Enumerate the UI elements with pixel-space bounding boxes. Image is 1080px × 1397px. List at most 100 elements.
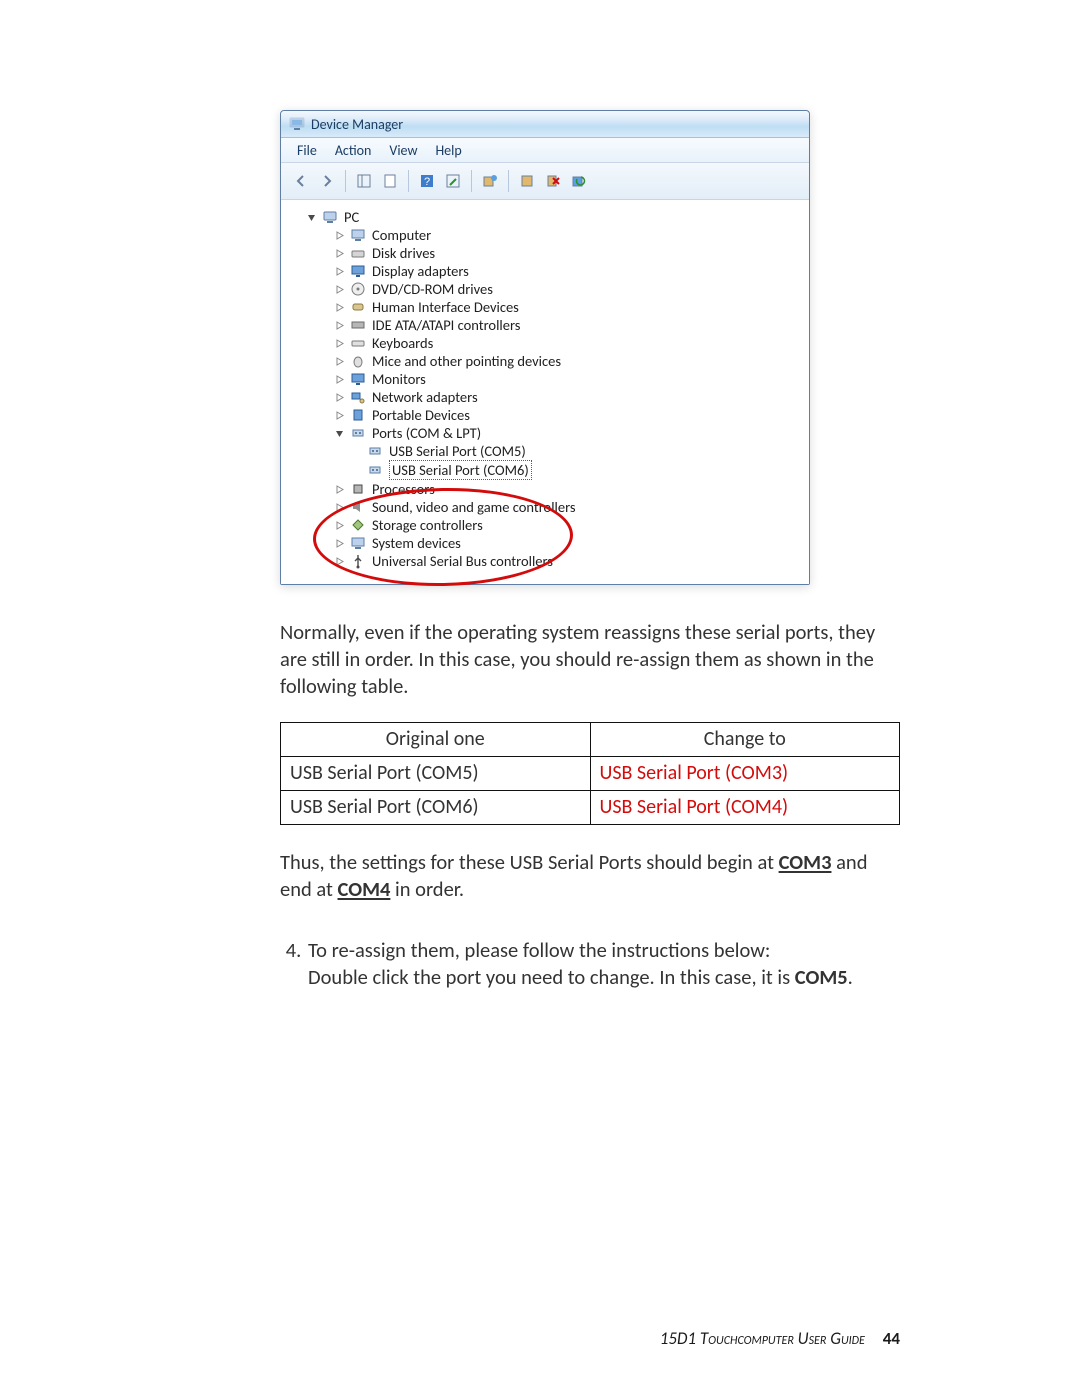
caret-right-icon — [335, 357, 344, 366]
display-icon — [350, 263, 366, 279]
tree-label: USB Serial Port (COM6) — [389, 460, 532, 480]
tree-item-keyboard[interactable]: Keyboards — [335, 334, 799, 352]
table-cell: USB Serial Port (COM4) — [590, 791, 900, 825]
tree-item-dvd[interactable]: DVD/CD-ROM drives — [335, 280, 799, 298]
caret-right-icon — [335, 303, 344, 312]
scan-button[interactable] — [441, 169, 465, 193]
tree-label: Keyboards — [372, 334, 433, 352]
caret-right-icon — [335, 249, 344, 258]
tree-item-ports[interactable]: Ports (COM & LPT) — [335, 424, 799, 442]
speaker-icon — [350, 499, 366, 515]
device-tree: PC Computer Disk drives Display adapters — [281, 200, 809, 584]
window-title: Device Manager — [311, 116, 403, 133]
page-footer: 15D1 Touchcomputer User Guide 44 — [0, 1328, 900, 1349]
properties-button[interactable] — [378, 169, 402, 193]
tree-item-mouse[interactable]: Mice and other pointing devices — [335, 352, 799, 370]
caret-right-icon — [335, 557, 344, 566]
enable-button[interactable] — [515, 169, 539, 193]
tree-item-processors[interactable]: Processors — [335, 480, 799, 498]
table-header: Original one — [281, 723, 591, 757]
caret-right-icon — [335, 339, 344, 348]
show-hide-button[interactable] — [352, 169, 376, 193]
tree-item-computer[interactable]: Computer — [335, 226, 799, 244]
tree-root[interactable]: PC — [307, 208, 799, 226]
hid-icon — [350, 299, 366, 315]
table-header: Change to — [590, 723, 900, 757]
tree-item-usb[interactable]: Universal Serial Bus controllers — [335, 552, 799, 570]
cd-icon — [350, 281, 366, 297]
caret-right-icon — [335, 285, 344, 294]
caret-right-icon — [335, 393, 344, 402]
caret-right-icon — [335, 231, 344, 240]
menu-action[interactable]: Action — [327, 142, 380, 159]
caret-right-icon — [335, 503, 344, 512]
list-item: To re-assign them, please follow the ins… — [306, 937, 900, 991]
paragraph: Normally, even if the operating system r… — [280, 619, 900, 700]
caret-right-icon — [335, 321, 344, 330]
tree-label: Disk drives — [372, 244, 435, 262]
tree-item-sound[interactable]: Sound, video and game controllers — [335, 498, 799, 516]
tree-label: System devices — [372, 534, 461, 552]
uninstall-button[interactable] — [541, 169, 565, 193]
keyboard-icon — [350, 335, 366, 351]
table-cell: USB Serial Port (COM5) — [281, 757, 591, 791]
tree-item-display[interactable]: Display adapters — [335, 262, 799, 280]
toolbar-separator — [408, 170, 409, 192]
caret-right-icon — [335, 411, 344, 420]
computer-icon — [322, 209, 338, 225]
table-cell: USB Serial Port (COM3) — [590, 757, 900, 791]
caret-down-icon — [335, 429, 344, 438]
computer-icon — [350, 227, 366, 243]
tree-item-portable[interactable]: Portable Devices — [335, 406, 799, 424]
tree-item-ide[interactable]: IDE ATA/ATAPI controllers — [335, 316, 799, 334]
port-icon — [367, 443, 383, 459]
caret-right-icon — [335, 539, 344, 548]
system-icon — [350, 535, 366, 551]
tree-label: Display adapters — [372, 262, 469, 280]
toolbar-separator — [345, 170, 346, 192]
computer-icon — [289, 117, 305, 131]
toolbar-separator — [471, 170, 472, 192]
menu-help[interactable]: Help — [427, 142, 469, 159]
tree-item-network[interactable]: Network adapters — [335, 388, 799, 406]
tree-label: Mice and other pointing devices — [372, 352, 561, 370]
menu-view[interactable]: View — [381, 142, 425, 159]
update-driver-button[interactable] — [478, 169, 502, 193]
tree-label: Storage controllers — [372, 516, 483, 534]
window-titlebar[interactable]: Device Manager — [281, 111, 809, 138]
tree-item-storage[interactable]: Storage controllers — [335, 516, 799, 534]
tree-item-com6[interactable]: USB Serial Port (COM6) — [367, 460, 799, 480]
tree-label: Portable Devices — [372, 406, 470, 424]
table-cell: USB Serial Port (COM6) — [281, 791, 591, 825]
menu-file[interactable]: File — [289, 142, 325, 159]
tree-label: Network adapters — [372, 388, 478, 406]
tree-label: Processors — [372, 480, 435, 498]
storage-icon — [350, 517, 366, 533]
instruction-list: To re-assign them, please follow the ins… — [280, 937, 900, 991]
forward-button[interactable] — [315, 169, 339, 193]
tree-item-monitor[interactable]: Monitors — [335, 370, 799, 388]
network-icon — [350, 389, 366, 405]
back-button[interactable] — [289, 169, 313, 193]
cpu-icon — [350, 481, 366, 497]
tree-label: IDE ATA/ATAPI controllers — [372, 316, 520, 334]
tree-label: PC — [344, 208, 359, 226]
help-button[interactable]: ? — [415, 169, 439, 193]
paragraph: Thus, the settings for these USB Serial … — [280, 849, 900, 903]
portable-icon — [350, 407, 366, 423]
tree-item-system[interactable]: System devices — [335, 534, 799, 552]
tree-label: Computer — [372, 226, 431, 244]
tree-label: Human Interface Devices — [372, 298, 519, 316]
tree-label: USB Serial Port (COM5) — [389, 442, 526, 460]
menubar: File Action View Help — [281, 138, 809, 163]
tree-item-com5[interactable]: USB Serial Port (COM5) — [367, 442, 799, 460]
tree-item-disk[interactable]: Disk drives — [335, 244, 799, 262]
caret-right-icon — [335, 485, 344, 494]
refresh-button[interactable] — [567, 169, 591, 193]
tree-label: Ports (COM & LPT) — [372, 424, 481, 442]
caret-right-icon — [335, 375, 344, 384]
tree-item-hid[interactable]: Human Interface Devices — [335, 298, 799, 316]
caret-right-icon — [335, 521, 344, 530]
toolbar: ? — [281, 163, 809, 200]
port-icon — [367, 462, 383, 478]
